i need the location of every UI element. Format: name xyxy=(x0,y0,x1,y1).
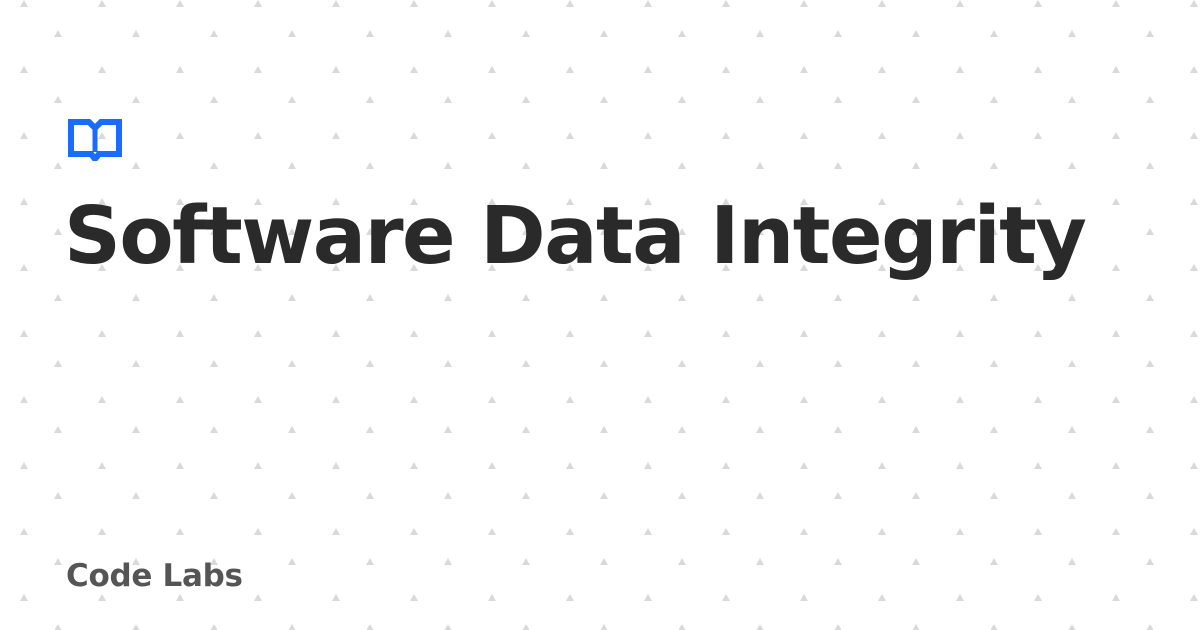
brand-name: Code Labs xyxy=(66,558,243,594)
social-card: Software Data Integrity Code Labs xyxy=(0,0,1200,630)
page-title: Software Data Integrity xyxy=(64,190,1087,282)
background-pattern xyxy=(0,0,1200,630)
book-icon xyxy=(68,119,122,161)
